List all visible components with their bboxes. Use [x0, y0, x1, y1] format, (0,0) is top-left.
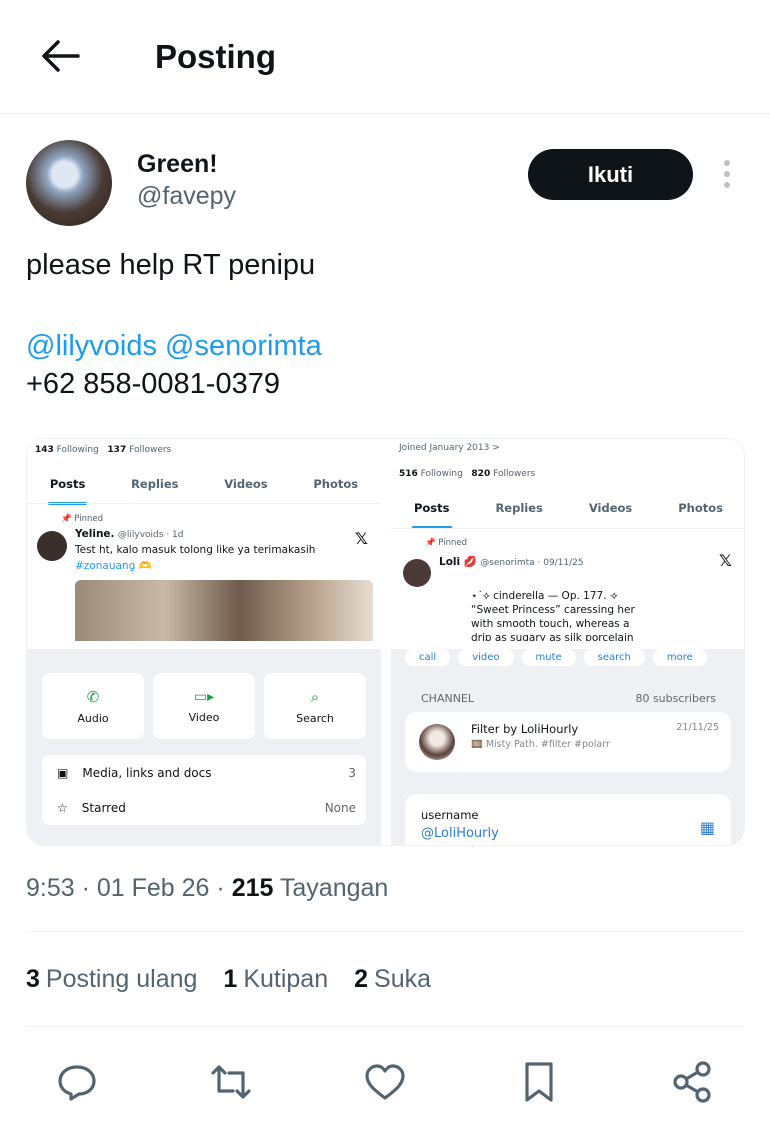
more-vertical-icon — [724, 160, 730, 166]
starred-row: ☆ Starred None — [57, 801, 356, 815]
media-image-3[interactable]: ✆ Audio ▭▸ Video ⌕ Search ▣ Media, links and… — [27, 649, 381, 845]
like-icon — [365, 1064, 405, 1100]
reposts-stat[interactable]: 3 Posting ulang — [26, 965, 197, 994]
star-icon: ☆ — [57, 801, 68, 815]
follow-button[interactable]: Ikuti — [528, 149, 693, 200]
channel-avatar — [419, 724, 455, 760]
reply-icon — [58, 1065, 96, 1101]
back-button[interactable] — [38, 36, 82, 76]
post-mentions: @lilyvoids @senorimta — [26, 326, 322, 366]
like-button[interactable] — [357, 1054, 413, 1110]
action-pills: call video mute search more — [405, 649, 735, 666]
bookmark-icon — [525, 1062, 553, 1102]
bookmark-button[interactable] — [511, 1054, 567, 1110]
likes-stat[interactable]: 2 Suka — [354, 965, 431, 994]
image-icon: ▣ — [57, 766, 69, 780]
search-tile: ⌕ Search — [264, 673, 366, 739]
back-arrow-icon — [42, 40, 80, 72]
video-icon: ▭▸ — [193, 688, 215, 705]
media-links-row: ▣ Media, links and docs 3 — [57, 766, 356, 780]
media-image-4[interactable]: call video mute search more CHANNEL 80 s… — [391, 649, 744, 845]
profile-tabs: Posts Replies Videos Photos — [47, 477, 359, 505]
post-phone: +62 858-0081-0379 — [26, 368, 280, 400]
video-tile: ▭▸ Video — [153, 673, 255, 739]
profile-tabs: Posts Replies Videos Photos — [411, 501, 723, 529]
tweet-photo — [75, 580, 373, 641]
share-icon — [673, 1061, 711, 1103]
post-timestamp: 9:53 · 01 Feb 26 · — [26, 874, 232, 902]
qr-code-icon: ▦ — [699, 818, 715, 837]
avatar — [403, 559, 431, 587]
divider — [26, 1026, 745, 1027]
quotes-stat[interactable]: 1 Kutipan — [223, 965, 328, 994]
action-bar — [0, 1054, 770, 1110]
x-logo-icon: 𝕏 — [355, 529, 368, 548]
author-display-name[interactable]: Green! — [137, 150, 218, 179]
media-grid[interactable]: 143 Following 137 Followers Posts Replie… — [26, 438, 745, 846]
search-icon: ⌕ — [310, 687, 320, 706]
post-meta: 9:53 · 01 Feb 26 · 215 Tayangan — [26, 874, 389, 902]
reply-button[interactable] — [49, 1054, 105, 1110]
repost-button[interactable] — [203, 1054, 259, 1110]
media-image-1[interactable]: 143 Following 137 Followers Posts Replie… — [27, 439, 381, 641]
top-bar: Posting — [0, 0, 770, 114]
channel-card: Filter by LoliHourly 21/11/25 🎞️ Misty P… — [405, 712, 731, 772]
audio-tile: ✆ Audio — [42, 673, 144, 739]
mention-link[interactable]: @senorimta — [165, 330, 322, 362]
views-count: 215 — [231, 874, 274, 902]
username-card: username @LoliHourly ▦ — [405, 794, 731, 845]
x-logo-icon: 𝕏 — [719, 551, 732, 570]
mention-link[interactable]: @lilyvoids — [26, 330, 157, 362]
post-text: please help RT penipu — [26, 249, 316, 281]
divider — [26, 931, 745, 932]
more-options-button[interactable] — [715, 156, 739, 192]
page-title: Posting — [155, 38, 276, 75]
repost-icon — [211, 1065, 251, 1099]
phone-icon: ✆ — [86, 687, 100, 706]
engagement-stats: 3 Posting ulang 1 Kutipan 2 Suka — [26, 965, 431, 994]
avatar[interactable] — [26, 140, 112, 226]
share-button[interactable] — [664, 1054, 720, 1110]
media-image-2[interactable]: Joined January 2013 > 516 Following 820 … — [391, 439, 744, 641]
avatar — [37, 531, 67, 561]
author-handle[interactable]: @favepy — [137, 182, 236, 211]
